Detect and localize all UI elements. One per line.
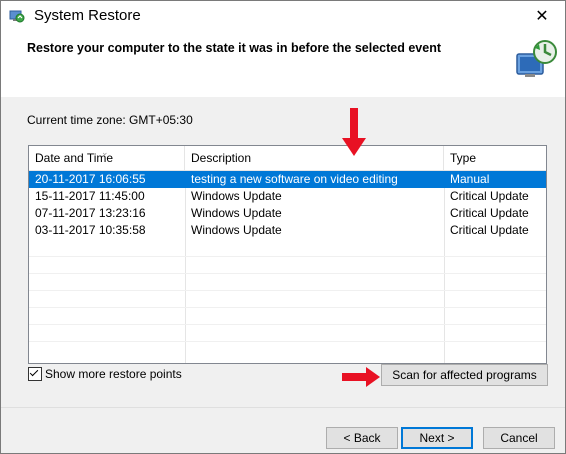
cell-datetime: 15-11-2017 11:45:00 xyxy=(35,189,145,203)
row-divider xyxy=(29,290,546,291)
scan-affected-programs-button[interactable]: Scan for affected programs xyxy=(381,364,548,386)
system-restore-window: System Restore ✕ Restore your computer t… xyxy=(0,0,566,454)
table-row[interactable]: 15-11-2017 11:45:00 Windows Update Criti… xyxy=(29,188,546,205)
timezone-label: Current time zone: GMT+05:30 xyxy=(27,113,193,127)
content-area: Current time zone: GMT+05:30 ⌄ Date and … xyxy=(1,97,565,407)
table-row[interactable]: 20-11-2017 16:06:55 testing a new softwa… xyxy=(29,171,546,188)
cancel-button[interactable]: Cancel xyxy=(483,427,555,449)
row-divider xyxy=(29,324,546,325)
close-icon: ✕ xyxy=(535,8,549,25)
show-more-restore-points[interactable]: Show more restore points xyxy=(28,367,182,381)
annotation-arrow-down-icon xyxy=(342,108,366,156)
show-more-checkbox[interactable] xyxy=(28,367,42,381)
sort-chevron-icon: ⌄ xyxy=(101,147,109,157)
cell-type: Critical Update xyxy=(450,189,529,203)
cell-type: Manual xyxy=(450,172,490,186)
row-divider xyxy=(29,341,546,342)
cell-datetime: 03-11-2017 10:35:58 xyxy=(35,223,146,237)
window-title: System Restore xyxy=(34,7,141,24)
cell-description: Windows Update xyxy=(191,223,282,237)
header-section: Restore your computer to the state it wa… xyxy=(1,32,565,96)
system-restore-icon xyxy=(9,10,25,23)
instruction-heading: Restore your computer to the state it wa… xyxy=(27,41,441,55)
cell-description: Windows Update xyxy=(191,206,282,220)
list-header: ⌄ Date and Time Description Type xyxy=(29,146,546,171)
table-row[interactable]: 03-11-2017 10:35:58 Windows Update Criti… xyxy=(29,222,546,239)
system-restore-hero-icon xyxy=(516,40,557,77)
cell-datetime: 20-11-2017 16:06:55 xyxy=(35,172,146,186)
cell-type: Critical Update xyxy=(450,206,529,220)
cell-description: testing a new software on video editing xyxy=(191,172,398,186)
cell-datetime: 07-11-2017 13:23:16 xyxy=(35,206,146,220)
cell-description: Windows Update xyxy=(191,189,282,203)
footer: < Back Next > Cancel xyxy=(1,407,565,453)
cell-type: Critical Update xyxy=(450,223,529,237)
restore-points-list[interactable]: ⌄ Date and Time Description Type 20-11-2… xyxy=(28,145,547,364)
row-divider xyxy=(29,256,546,257)
row-divider xyxy=(29,273,546,274)
title-bar: System Restore ✕ xyxy=(1,1,565,32)
row-divider xyxy=(29,307,546,308)
next-button[interactable]: Next > xyxy=(401,427,473,449)
back-button[interactable]: < Back xyxy=(326,427,398,449)
close-button[interactable]: ✕ xyxy=(519,1,565,31)
annotation-arrow-right-icon xyxy=(342,367,380,387)
show-more-label: Show more restore points xyxy=(45,367,182,381)
column-header-date[interactable]: ⌄ Date and Time xyxy=(29,146,185,170)
column-header-description[interactable]: Description xyxy=(185,146,444,170)
table-row[interactable]: 07-11-2017 13:23:16 Windows Update Criti… xyxy=(29,205,546,222)
column-header-type[interactable]: Type xyxy=(444,146,546,170)
